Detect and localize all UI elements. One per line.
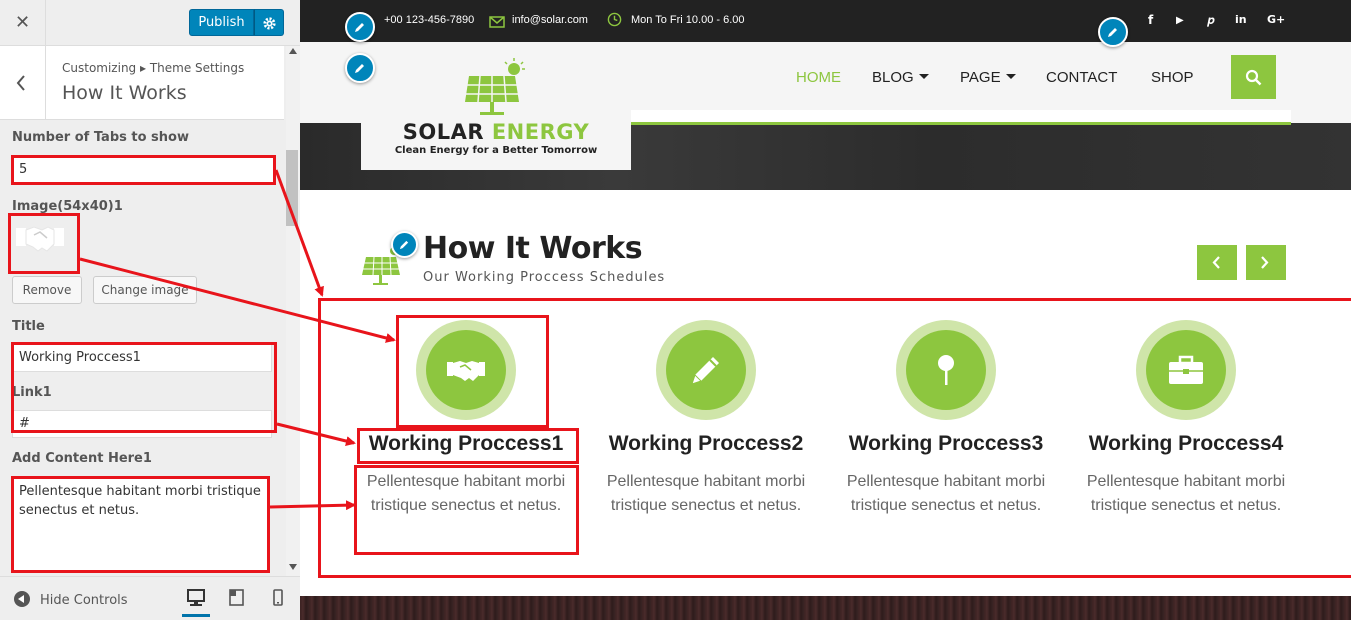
search-icon bbox=[1245, 69, 1262, 86]
chevron-left-icon bbox=[1212, 256, 1220, 269]
phone-text: +00 123-456-7890 bbox=[384, 14, 475, 26]
step-title: Working Proccess1 bbox=[368, 432, 564, 455]
step-text: Pellentesque habitant morbi tristique se… bbox=[846, 473, 1046, 514]
nav-page-label: PAGE bbox=[960, 69, 1001, 86]
edit-shortcut-logo[interactable] bbox=[345, 53, 375, 83]
tablet-preview-button[interactable] bbox=[222, 587, 250, 617]
pinterest-icon[interactable]: 𝒑 bbox=[1207, 13, 1214, 28]
edit-shortcut-section[interactable] bbox=[391, 231, 418, 258]
nav-home[interactable]: HOME bbox=[796, 69, 841, 86]
section-title: How It Works bbox=[62, 82, 187, 104]
scroll-up-arrow[interactable] bbox=[289, 48, 297, 54]
breadcrumb: Customizing ▸ Theme Settings bbox=[62, 61, 245, 75]
facebook-icon[interactable]: f bbox=[1148, 13, 1153, 27]
scroll-thumb[interactable] bbox=[286, 150, 298, 226]
logo-title-main: SOLAR bbox=[402, 120, 492, 144]
section-subheading: Our Working Proccess Schedules bbox=[423, 270, 666, 285]
content-textarea[interactable]: Pellentesque habitant morbi tristique se… bbox=[12, 477, 268, 571]
edit-shortcut-social[interactable] bbox=[1098, 17, 1128, 47]
link-input[interactable]: # bbox=[12, 410, 272, 438]
tabs-count-input[interactable]: 5 bbox=[12, 156, 274, 184]
desktop-preview-button[interactable] bbox=[182, 587, 210, 617]
step-text: Pellentesque habitant morbi tristique se… bbox=[606, 473, 806, 514]
customizer-section-header: Customizing ▸ Theme Settings How It Work… bbox=[0, 46, 284, 120]
pencil-icon bbox=[355, 64, 364, 73]
scroll-down-arrow[interactable] bbox=[289, 564, 297, 570]
customizer-footer: Hide Controls bbox=[0, 576, 300, 620]
step-icon-circle bbox=[896, 320, 996, 420]
step-icon-circle bbox=[416, 320, 516, 420]
change-image-button[interactable]: Change image bbox=[93, 276, 197, 304]
chevron-down-icon bbox=[918, 74, 929, 79]
nav-page[interactable]: PAGE bbox=[960, 69, 1016, 86]
nav-contact[interactable]: CONTACT bbox=[1046, 69, 1117, 86]
mobile-icon bbox=[273, 589, 283, 606]
prev-slide-button[interactable] bbox=[1197, 245, 1237, 280]
youtube-icon[interactable]: ▶ bbox=[1176, 15, 1184, 26]
step-title: Working Proccess3 bbox=[848, 432, 1044, 455]
pencil-icon bbox=[399, 240, 409, 250]
image-label: Image(54x40)1 bbox=[12, 199, 123, 214]
nav-shop[interactable]: SHOP bbox=[1151, 69, 1194, 86]
image-preview[interactable] bbox=[14, 218, 74, 268]
mobile-preview-button[interactable] bbox=[264, 587, 292, 617]
pencil-icon bbox=[355, 23, 364, 32]
collapse-icon bbox=[14, 591, 30, 607]
clock-icon bbox=[607, 12, 622, 31]
logo-title: SOLAR ENERGY bbox=[361, 120, 631, 144]
title-label: Title bbox=[12, 319, 45, 334]
handshake-icon bbox=[16, 226, 64, 252]
nav-accent-line bbox=[631, 122, 1291, 125]
linkedin-icon[interactable]: in bbox=[1235, 13, 1247, 26]
logo-tagline: Clean Energy for a Better Tomorrow bbox=[394, 145, 598, 156]
customizer-scrollbar[interactable] bbox=[286, 46, 300, 576]
solar-panel-logo-icon bbox=[465, 58, 525, 115]
back-button[interactable] bbox=[0, 46, 46, 120]
handshake-icon bbox=[447, 361, 485, 381]
remove-image-button[interactable]: Remove bbox=[12, 276, 82, 304]
pencil-icon bbox=[1108, 28, 1117, 37]
close-customizer-button[interactable]: ✕ bbox=[0, 0, 46, 46]
step-text: Pellentesque habitant morbi tristique se… bbox=[1086, 473, 1286, 514]
site-topbar: +00 123-456-7890 info@solar.com Mon To F… bbox=[300, 0, 1351, 42]
pencil-icon bbox=[691, 357, 719, 385]
briefcase-icon bbox=[1169, 355, 1203, 384]
hours-text: Mon To Fri 10.00 - 6.00 bbox=[631, 14, 745, 26]
desktop-icon bbox=[187, 589, 205, 606]
publish-button[interactable]: Publish bbox=[189, 9, 254, 36]
next-slide-button[interactable] bbox=[1246, 245, 1286, 280]
step-icon-circle bbox=[1136, 320, 1236, 420]
site-logo[interactable]: SOLAR ENERGY Clean Energy for a Better T… bbox=[361, 42, 631, 170]
chevron-left-icon bbox=[16, 75, 25, 91]
step-title: Working Proccess4 bbox=[1088, 432, 1284, 455]
section-heading: How It Works bbox=[423, 231, 643, 266]
site-preview: +00 123-456-7890 info@solar.com Mon To F… bbox=[300, 0, 1351, 620]
logo-title-accent: ENERGY bbox=[491, 120, 590, 144]
hide-controls-button[interactable]: Hide Controls bbox=[14, 591, 128, 608]
search-button[interactable] bbox=[1231, 55, 1276, 99]
chevron-right-icon bbox=[1261, 256, 1269, 269]
email-text[interactable]: info@solar.com bbox=[512, 14, 588, 26]
google-plus-icon[interactable]: G+ bbox=[1267, 13, 1285, 26]
step-text: Pellentesque habitant morbi tristique se… bbox=[366, 473, 566, 514]
pin-icon bbox=[938, 355, 954, 385]
nav-blog-label: BLOG bbox=[872, 69, 914, 86]
nav-blog[interactable]: BLOG bbox=[872, 69, 929, 86]
gear-icon bbox=[263, 17, 276, 30]
email-icon bbox=[489, 13, 505, 32]
content-label: Add Content Here1 bbox=[12, 451, 152, 466]
hide-controls-label: Hide Controls bbox=[40, 593, 128, 608]
footer-background-strip bbox=[300, 596, 1351, 620]
step-title: Working Proccess2 bbox=[608, 432, 804, 455]
step-icon-circle bbox=[656, 320, 756, 420]
tabs-count-label: Number of Tabs to show bbox=[12, 130, 189, 145]
edit-shortcut-topbar[interactable] bbox=[345, 12, 375, 42]
title-input[interactable]: Working Proccess1 bbox=[12, 344, 272, 372]
link-label: Link1 bbox=[12, 385, 52, 400]
customizer-topbar: ✕ Publish bbox=[0, 0, 300, 46]
tablet-icon bbox=[229, 589, 244, 606]
chevron-down-icon bbox=[1005, 74, 1016, 79]
publish-settings-button[interactable] bbox=[254, 9, 284, 36]
customizer-panel: ✕ Publish Customizing ▸ Theme Settings H… bbox=[0, 0, 300, 620]
